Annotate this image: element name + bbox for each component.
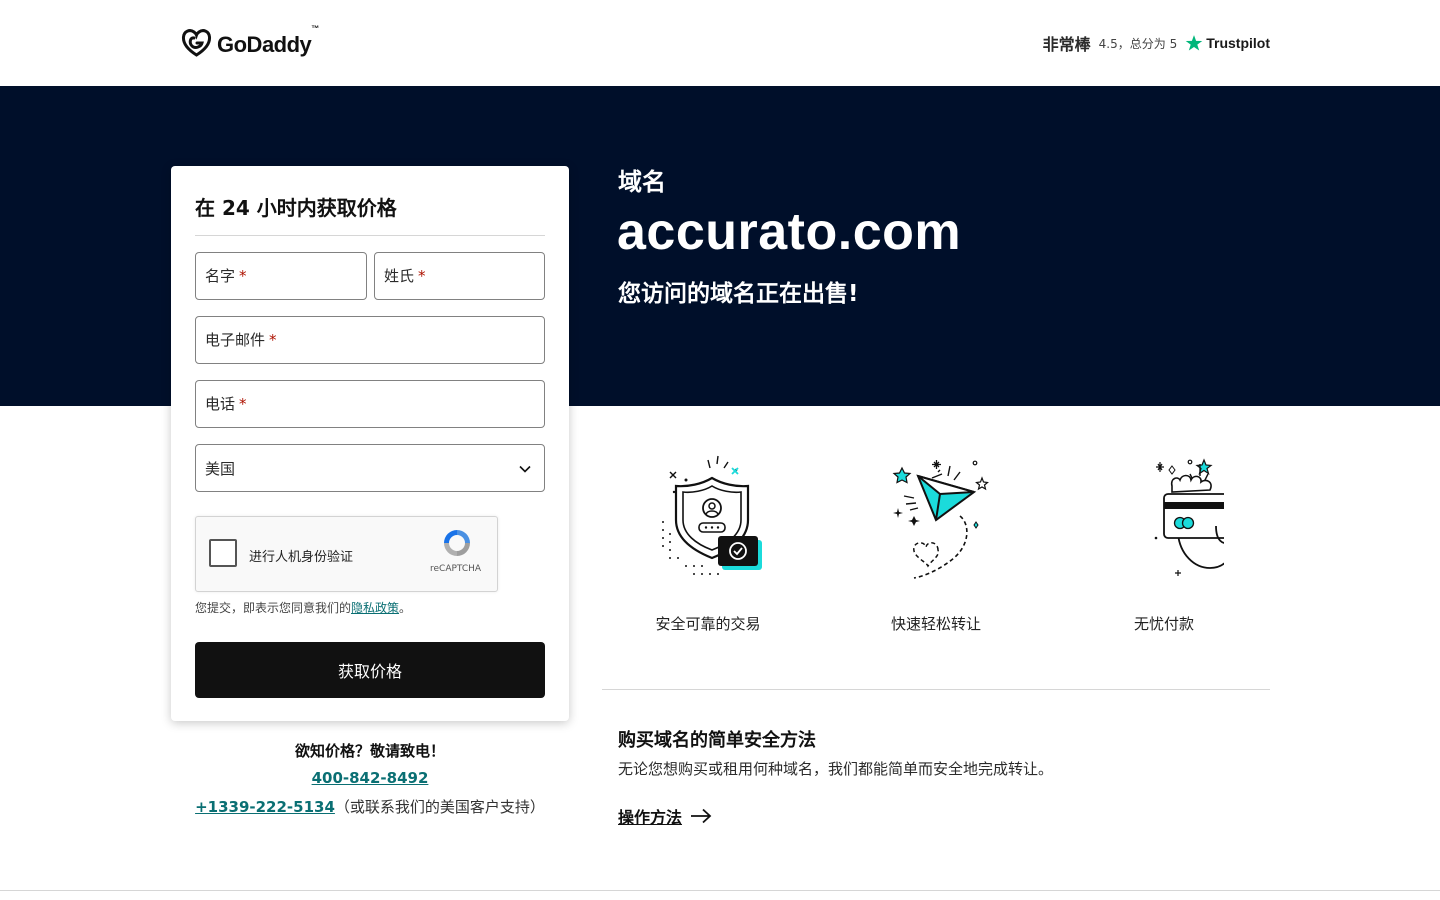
- email-field[interactable]: 电子邮件 *: [195, 316, 545, 364]
- first-name-label: 名字: [205, 267, 236, 285]
- hero-subtitle: 您访问的域名正在出售!: [618, 281, 859, 307]
- trustpilot-logo: Trustpilot: [1185, 34, 1270, 52]
- phone-us-link[interactable]: +1339-222-5134: [195, 798, 335, 816]
- last-name-field[interactable]: 姓氏 *: [374, 252, 545, 300]
- price-form-card: 在 24 小时内获取价格 名字 * 姓氏 * 电子邮件 * 电话 * 美国 进行人机身份…: [171, 166, 569, 721]
- recaptcha-label: 进行人机身份验证: [249, 550, 354, 565]
- required-mark: *: [418, 267, 426, 285]
- domain-name: accurato.com: [617, 203, 962, 261]
- how-description: 无论您想购买或租用何种域名，我们都能简单而安全地完成转让。: [618, 760, 1054, 778]
- trustpilot-rating[interactable]: 非常棒 4.5，总分为 5 Trustpilot: [1043, 31, 1270, 55]
- required-mark: *: [239, 267, 247, 285]
- consent-text: 您提交，即表示您同意我们的隐私政策。: [195, 601, 412, 615]
- phone-cn-line: 400-842-8492: [171, 769, 569, 787]
- required-mark: *: [239, 395, 247, 413]
- rating-word: 非常棒: [1042, 35, 1091, 54]
- star-icon: [1185, 35, 1203, 51]
- last-name-label: 姓氏: [384, 267, 415, 285]
- phone-us-line: +1339-222-5134（或联系我们的美国客户支持）: [171, 796, 569, 817]
- get-price-button[interactable]: 获取价格: [195, 642, 545, 698]
- arrow-right-icon: [691, 808, 712, 824]
- recaptcha-brand: reCAPTCHA: [430, 564, 482, 574]
- rating-score: 4.5，总分为 5: [1098, 36, 1178, 51]
- recaptcha-checkbox[interactable]: [209, 539, 237, 567]
- how-title: 购买域名的简单安全方法: [618, 730, 816, 751]
- top-bar: GoDaddy™ 非常棒 4.5，总分为 5 Trustpilot: [0, 0, 1440, 86]
- paper-plane-icon: [892, 460, 989, 579]
- recaptcha-logo-icon: [441, 527, 473, 563]
- recaptcha-widget: 进行人机身份验证 reCAPTCHA: [195, 516, 498, 592]
- phone-cn-link[interactable]: 400-842-8492: [312, 769, 429, 787]
- godaddy-logo[interactable]: GoDaddy™: [181, 23, 319, 61]
- logo-wordmark: GoDaddy™: [217, 23, 319, 57]
- phone-field[interactable]: 电话 *: [195, 380, 545, 428]
- country-value: 美国: [205, 460, 236, 478]
- card-in-hand-icon: [1154, 458, 1224, 576]
- feature-transfer: 快速轻松转让: [836, 450, 1036, 633]
- hero-label: 域名: [618, 168, 666, 196]
- chevron-down-icon: [518, 461, 532, 480]
- feature-secure: 安全可靠的交易: [608, 450, 808, 633]
- first-name-field[interactable]: 名字 *: [195, 252, 367, 300]
- privacy-policy-link[interactable]: 隐私政策: [351, 601, 399, 615]
- how-link-label: 操作方法: [618, 808, 683, 827]
- form-title: 在 24 小时内获取价格: [195, 196, 397, 220]
- form-divider: [195, 235, 545, 236]
- phone-label: 电话: [205, 395, 236, 413]
- how-it-works-link[interactable]: 操作方法: [618, 804, 712, 828]
- footer-divider: [0, 890, 1440, 891]
- shield-icon: [662, 455, 762, 575]
- required-mark: *: [269, 331, 277, 349]
- feature-secure-label: 安全可靠的交易: [655, 615, 761, 633]
- feature-payment-label: 无忧付款: [1133, 615, 1194, 633]
- feature-transfer-label: 快速轻松转让: [890, 615, 981, 633]
- phone-us-note: （或联系我们的美国客户支持）: [334, 798, 545, 816]
- contact-question: 欲知价格？敬请致电！: [294, 742, 445, 760]
- godaddy-logo-icon: [181, 28, 212, 61]
- email-label: 电子邮件: [205, 331, 266, 349]
- feature-payment: 无忧付款: [1064, 450, 1264, 633]
- section-divider: [602, 689, 1270, 690]
- country-select[interactable]: 美国: [195, 444, 545, 492]
